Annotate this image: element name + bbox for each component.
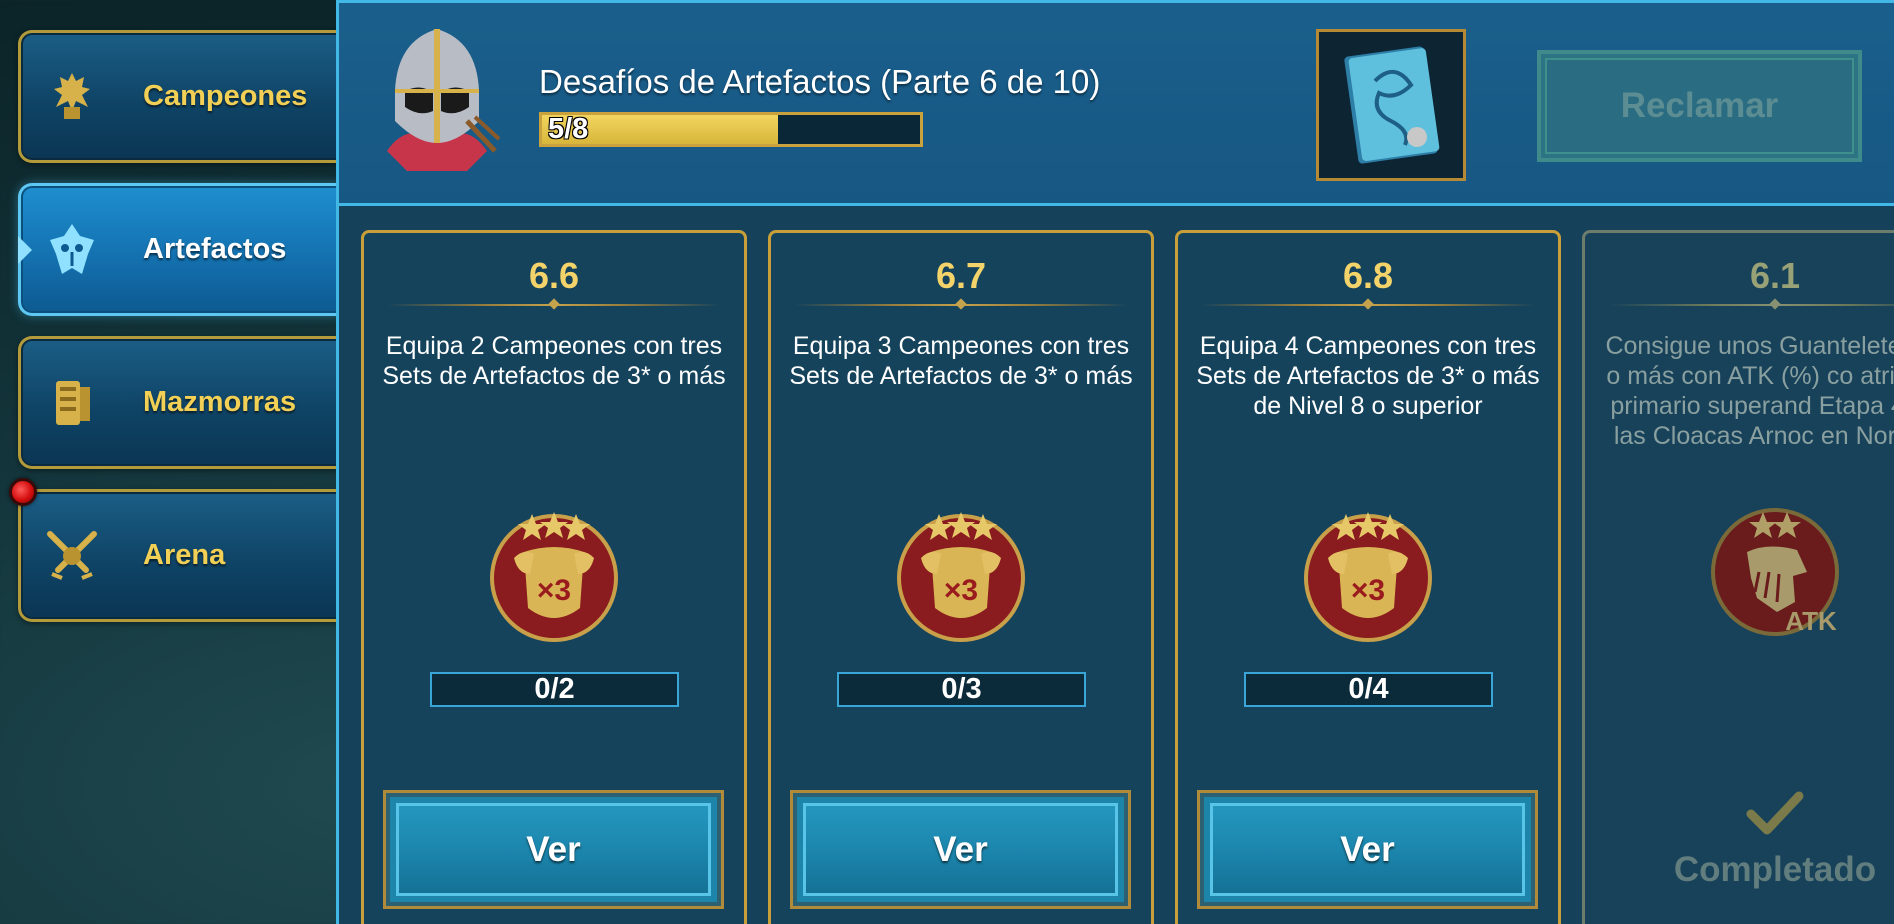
blue-book-icon [1344, 46, 1440, 164]
checkmark-icon [1746, 791, 1804, 835]
challenge-card-6-7: 6.7 Equipa 3 Campeones con tres Sets de … [768, 230, 1154, 924]
view-button-label: Ver [933, 829, 988, 869]
badge-text: ATK [1785, 606, 1837, 636]
quest-header: Desafíos de Artefactos (Parte 6 de 10) 5… [339, 3, 1894, 206]
challenge-description: Equipa 3 Campeones con tres Sets de Arte… [789, 332, 1133, 390]
sidebar: Campeones Artefactos Mazmorras Arena [0, 0, 340, 924]
artifact-icon [39, 217, 105, 283]
claim-button[interactable]: Reclamar [1537, 50, 1862, 162]
challenge-progress: 0/4 [1244, 672, 1493, 707]
challenge-card-6-6: 6.6 Equipa 2 Campeones con tres Sets de … [361, 230, 747, 924]
notification-dot [9, 478, 37, 506]
sidebar-item-artefactos[interactable]: Artefactos [18, 183, 340, 316]
svg-text:×3: ×3 [1351, 574, 1385, 607]
view-button[interactable]: Ver [386, 793, 721, 906]
sidebar-item-label: Arena [143, 539, 226, 571]
challenge-number: 6.6 [528, 255, 580, 296]
view-button-label: Ver [526, 829, 581, 869]
svg-text:×3: ×3 [537, 574, 571, 607]
reward-item[interactable] [1316, 29, 1466, 181]
challenge-progress: 0/2 [430, 672, 679, 707]
gauntlet-atk-icon: ATK [1711, 508, 1839, 636]
quest-progress-bar: 5/8 [539, 112, 923, 147]
completed-label: Completado [1673, 850, 1877, 889]
challenge-number: 6.7 [935, 255, 987, 296]
active-indicator-icon [18, 235, 32, 264]
sidebar-item-label: Campeones [143, 80, 308, 112]
sidebar-item-arena[interactable]: Arena [18, 489, 340, 622]
armor-set-x3-icon: ×3 [490, 512, 618, 642]
divider [1202, 304, 1534, 306]
svg-text:×3: ×3 [944, 574, 978, 607]
challenge-description: Consigue unos Guanteletes 2* o más con A… [1605, 332, 1894, 450]
champion-icon [39, 64, 105, 130]
challenge-progress: 0/3 [837, 672, 1086, 707]
challenge-card-6-8: 6.8 Equipa 4 Campeones con tres Sets de … [1175, 230, 1561, 924]
divider [1609, 304, 1894, 306]
quest-title: Desafíos de Artefactos (Parte 6 de 10) [539, 63, 1101, 100]
challenge-card-6-1: 6.1 Consigue unos Guanteletes 2* o más c… [1582, 230, 1894, 924]
challenge-number: 6.1 [1749, 255, 1801, 296]
sidebar-item-label: Artefactos [143, 233, 287, 265]
challenge-description: Equipa 4 Campeones con tres Sets de Arte… [1196, 332, 1540, 420]
sidebar-item-campeones[interactable]: Campeones [18, 30, 340, 163]
sidebar-item-mazmorras[interactable]: Mazmorras [18, 336, 340, 469]
challenge-number: 6.8 [1342, 255, 1394, 296]
dungeon-icon [39, 370, 105, 436]
divider [388, 304, 720, 306]
armor-set-x3-icon: ×3 [897, 512, 1025, 642]
main-panel: Desafíos de Artefactos (Parte 6 de 10) 5… [336, 0, 1894, 924]
divider [795, 304, 1127, 306]
helmet-icon [367, 21, 507, 181]
arena-icon [39, 523, 105, 589]
view-button[interactable]: Ver [793, 793, 1128, 906]
challenge-description: Equipa 2 Campeones con tres Sets de Arte… [382, 332, 726, 390]
armor-set-x3-icon: ×3 [1304, 512, 1432, 642]
quest-progress-text: 5/8 [548, 113, 589, 145]
view-button-label: Ver [1340, 829, 1395, 869]
sidebar-item-label: Mazmorras [143, 386, 297, 418]
view-button[interactable]: Ver [1200, 793, 1535, 906]
